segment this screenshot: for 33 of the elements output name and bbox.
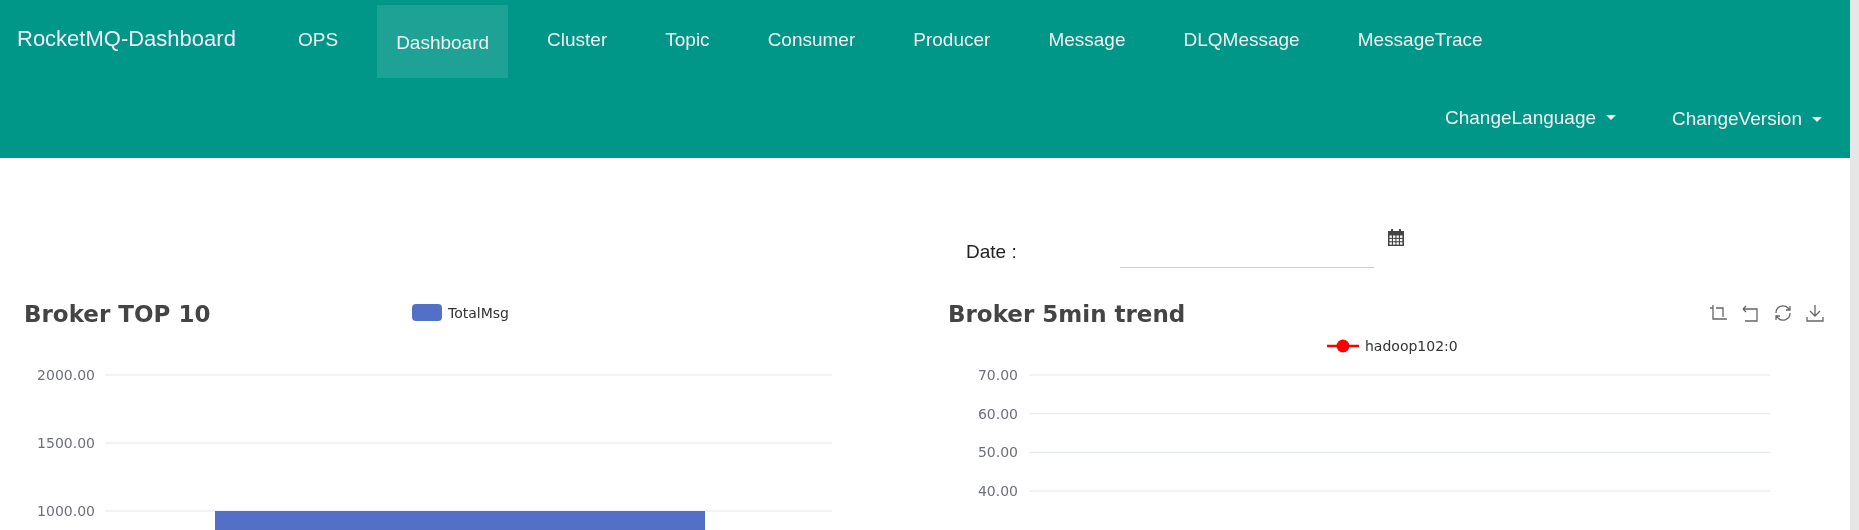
caret-icon	[1606, 115, 1617, 120]
axis-label: 1000.00	[37, 503, 95, 519]
chart-title: Broker 5min trend	[948, 301, 1186, 327]
nav-tab[interactable]: Producer	[894, 2, 1010, 75]
nav-tab[interactable]: Topic	[646, 2, 729, 75]
dropdown-menu[interactable]: ChangeLanguage	[1444, 105, 1617, 130]
axis-label: 40.00	[977, 483, 1018, 499]
zoom-icon[interactable]	[1709, 303, 1729, 323]
download-icon[interactable]	[1805, 303, 1825, 323]
date-label: Date :	[966, 241, 1018, 263]
legend-label: hadoop102:0	[1365, 338, 1458, 354]
nav-tab[interactable]: Dashboard	[377, 5, 509, 78]
legend-swatch	[412, 304, 442, 321]
undo-icon[interactable]	[1741, 303, 1761, 323]
refresh-icon[interactable]	[1773, 303, 1793, 323]
axis-label: 70.00	[977, 367, 1018, 383]
nav-tab[interactable]: Consumer	[748, 2, 875, 75]
nav-tab[interactable]: Message	[1029, 2, 1145, 75]
nav-tab[interactable]: Cluster	[528, 2, 627, 75]
brand-title: RocketMQ-Dashboard	[17, 26, 237, 52]
axis-label: 60.00	[977, 405, 1018, 422]
caret-icon	[1812, 116, 1822, 122]
legend-label: TotalMsg	[448, 304, 509, 321]
legend-marker	[1327, 339, 1359, 353]
chart-title: Broker TOP 10	[24, 301, 211, 327]
nav-tab[interactable]: DLQMessage	[1164, 2, 1319, 75]
nav-tab[interactable]: OPS	[279, 2, 358, 75]
axis-label: 50.00	[977, 444, 1018, 461]
dropdown-menu[interactable]: ChangeVersion	[1672, 108, 1822, 130]
axis-label: 1500.00	[37, 435, 95, 451]
calendar-icon[interactable]	[1388, 229, 1404, 246]
axis-label: 2000.00	[37, 367, 95, 383]
nav-tab[interactable]: MessageTrace	[1338, 2, 1502, 75]
